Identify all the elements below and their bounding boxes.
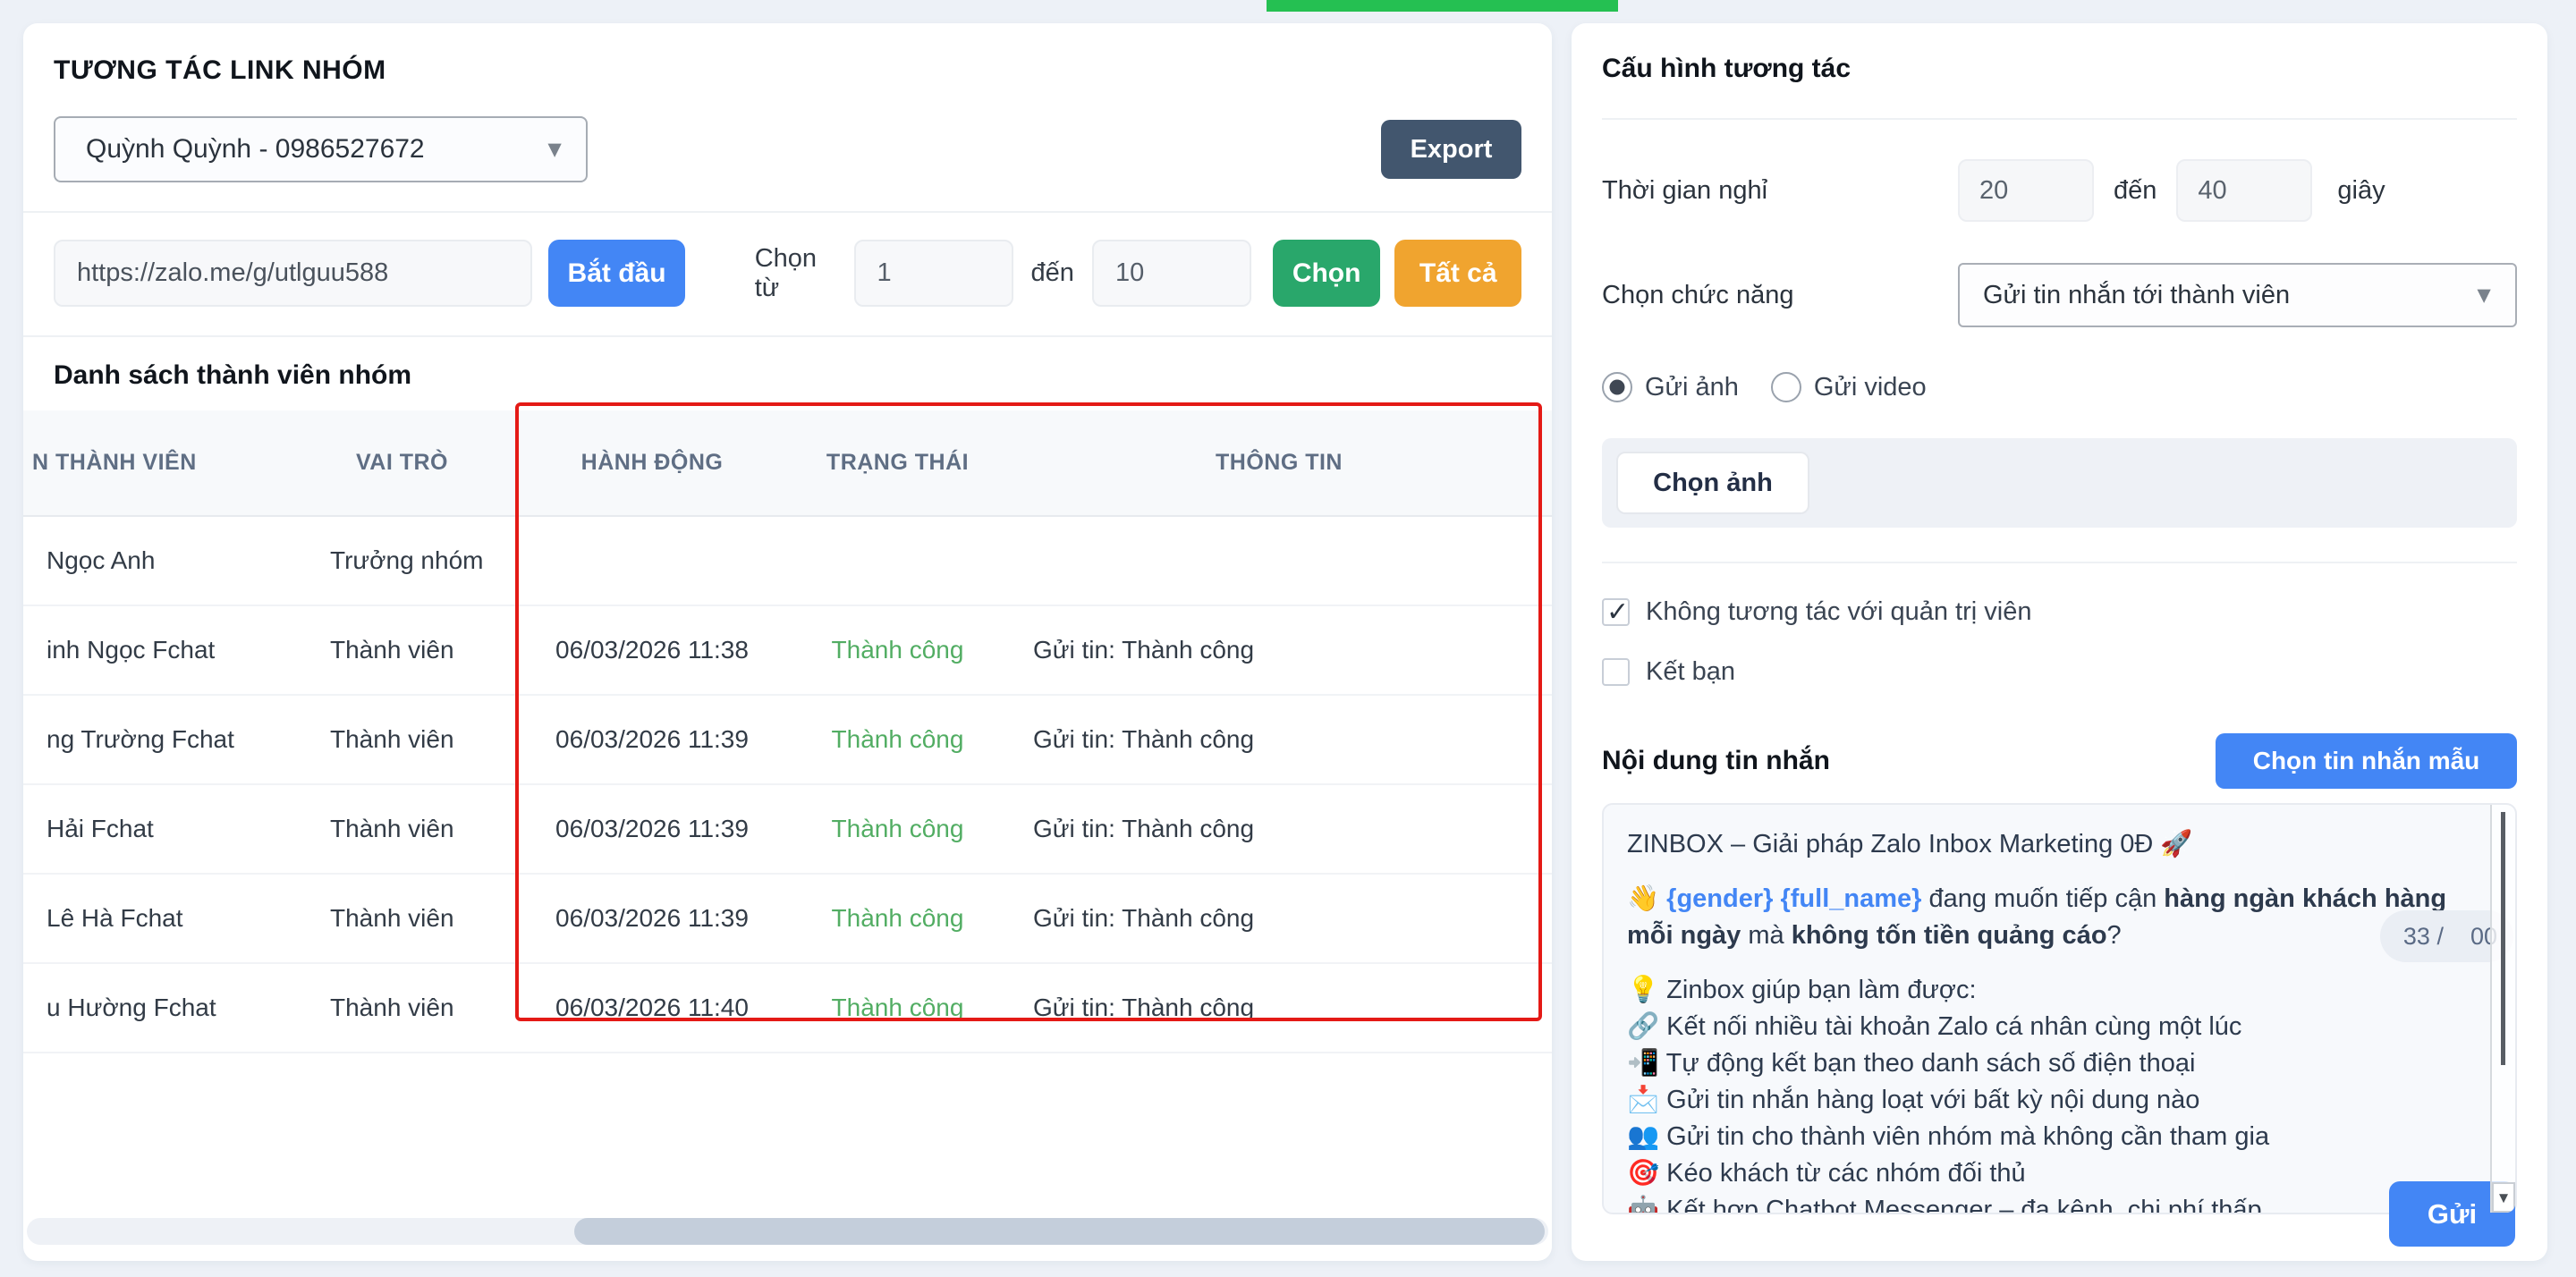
cell-role: Thành viên	[289, 784, 515, 874]
rest-time-label: Thời gian nghỉ	[1602, 176, 1958, 206]
divider	[1602, 118, 2517, 120]
function-select[interactable]: Gửi tin nhắn tới thành viên ▼	[1958, 263, 2517, 327]
panel-title: TƯƠNG TÁC LINK NHÓM	[54, 23, 1521, 86]
choose-template-button[interactable]: Chọn tin nhắn mẫu	[2216, 733, 2517, 789]
message-content-textarea[interactable]: ZINBOX – Giải pháp Zalo Inbox Marketing …	[1602, 803, 2517, 1214]
cell-info: Gửi tin: Thành công	[1006, 605, 1552, 695]
cell-info: Gửi tin: Thành công	[1006, 695, 1552, 784]
range-to-label: đến	[1031, 258, 1074, 288]
start-button[interactable]: Bắt đầu	[548, 240, 684, 307]
table-row: inh Ngọc FchatThành viên06/03/2026 11:38…	[23, 605, 1552, 695]
function-select-value: Gửi tin nhắn tới thành viên	[1983, 281, 2290, 310]
cell-role: Thành viên	[289, 695, 515, 784]
col-header-status: TRẠNG THÁI	[789, 410, 1006, 516]
message-content-label: Nội dung tin nhắn	[1602, 746, 1830, 776]
cell-info: Gửi tin: Thành công	[1006, 874, 1552, 963]
chevron-down-icon: ▼	[543, 136, 566, 164]
col-header-action: HÀNH ĐỘNG	[515, 410, 789, 516]
cell-name: u Hường Fchat	[23, 963, 289, 1053]
horizontal-scrollbar-thumb[interactable]	[574, 1218, 1545, 1245]
account-select-value: Quỳnh Quỳnh - 0986527672	[86, 134, 425, 165]
choose-range-button[interactable]: Chọn	[1273, 240, 1380, 307]
rest-time-to-label: đến	[2114, 176, 2157, 206]
cell-action: 06/03/2026 11:39	[515, 784, 789, 874]
radio-send-video[interactable]	[1771, 372, 1801, 402]
account-select[interactable]: Quỳnh Quỳnh - 0986527672 ▼	[54, 116, 588, 182]
table-row: Lê Hà FchatThành viên06/03/2026 11:39Thà…	[23, 874, 1552, 963]
range-to-input[interactable]	[1092, 240, 1251, 307]
table-row: ng Trường FchatThành viên06/03/2026 11:3…	[23, 695, 1552, 784]
table-header-row: N THÀNH VIÊN VAI TRÒ HÀNH ĐỘNG TRẠNG THÁ…	[23, 410, 1552, 516]
cell-name: Ngọc Anh	[23, 516, 289, 605]
table-row: Ngọc AnhTrưởng nhóm	[23, 516, 1552, 605]
image-picker-box: Chọn ảnh	[1602, 438, 2517, 528]
cell-name: ng Trường Fchat	[23, 695, 289, 784]
cell-status: Thành công	[789, 874, 1006, 963]
cell-info	[1006, 516, 1552, 605]
cell-status: Thành công	[789, 605, 1006, 695]
divider	[23, 211, 1552, 213]
cell-name: Hải Fchat	[23, 784, 289, 874]
radio-send-image-label: Gửi ảnh	[1645, 373, 1739, 402]
cell-status	[789, 516, 1006, 605]
divider	[1602, 562, 2517, 563]
checkbox-skip-admins[interactable]	[1602, 598, 1630, 626]
member-list-title: Danh sách thành viên nhóm	[54, 337, 1521, 391]
checkbox-add-friend-label: Kết bạn	[1646, 657, 1735, 687]
chevron-down-icon: ▼	[2472, 282, 2496, 309]
top-progress-bar	[1267, 0, 1618, 12]
cell-action	[515, 516, 789, 605]
col-header-info: THÔNG TIN	[1006, 410, 1552, 516]
choose-image-button[interactable]: Chọn ảnh	[1616, 452, 1809, 514]
col-header-member-name: N THÀNH VIÊN	[23, 410, 289, 516]
cell-action: 06/03/2026 11:38	[515, 605, 789, 695]
member-table-body: Ngọc AnhTrưởng nhóminh Ngọc FchatThành v…	[23, 516, 1552, 1053]
interaction-config-panel: Cấu hình tương tác Thời gian nghỉ đến gi…	[1572, 23, 2547, 1261]
checkbox-add-friend[interactable]	[1602, 658, 1630, 686]
col-header-role: VAI TRÒ	[289, 410, 515, 516]
vertical-scrollbar-thumb[interactable]	[2501, 812, 2505, 1065]
range-from-input[interactable]	[854, 240, 1013, 307]
export-button[interactable]: Export	[1381, 120, 1521, 179]
function-label: Chọn chức năng	[1602, 281, 1958, 310]
cell-role: Thành viên	[289, 605, 515, 695]
rest-time-to-input[interactable]	[2176, 159, 2312, 222]
table-row: u Hường FchatThành viên06/03/2026 11:40T…	[23, 963, 1552, 1053]
vertical-scrollbar-track[interactable]: ▼	[2490, 805, 2515, 1213]
checkbox-skip-admins-label: Không tương tác với quản trị viên	[1646, 597, 2031, 627]
cell-action: 06/03/2026 11:39	[515, 874, 789, 963]
scroll-down-arrow[interactable]: ▼	[2492, 1182, 2515, 1213]
group-link-input[interactable]	[54, 240, 532, 307]
cell-name: Lê Hà Fchat	[23, 874, 289, 963]
table-row: Hải FchatThành viên06/03/2026 11:39Thành…	[23, 784, 1552, 874]
horizontal-scrollbar-track[interactable]	[27, 1218, 1548, 1245]
member-table: N THÀNH VIÊN VAI TRÒ HÀNH ĐỘNG TRẠNG THÁ…	[23, 410, 1552, 1053]
rest-time-unit: giây	[2337, 176, 2385, 206]
cell-role: Trưởng nhóm	[289, 516, 515, 605]
cell-status: Thành công	[789, 784, 1006, 874]
rest-time-from-input[interactable]	[1958, 159, 2094, 222]
cell-info: Gửi tin: Thành công	[1006, 784, 1552, 874]
radio-send-video-label: Gửi video	[1814, 373, 1927, 402]
cell-action: 06/03/2026 11:40	[515, 963, 789, 1053]
cell-name: inh Ngọc Fchat	[23, 605, 289, 695]
radio-send-image[interactable]	[1602, 372, 1632, 402]
cell-status: Thành công	[789, 695, 1006, 784]
group-link-interaction-panel: TƯƠNG TÁC LINK NHÓM Quỳnh Quỳnh - 098652…	[23, 23, 1552, 1261]
range-from-label: Chọn từ	[755, 244, 838, 303]
cell-role: Thành viên	[289, 963, 515, 1053]
cell-role: Thành viên	[289, 874, 515, 963]
message-text: ZINBOX – Giải pháp Zalo Inbox Marketing …	[1627, 826, 2479, 1214]
cell-info: Gửi tin: Thành công	[1006, 963, 1552, 1053]
cell-status: Thành công	[789, 963, 1006, 1053]
select-all-button[interactable]: Tất cả	[1394, 240, 1521, 307]
config-title: Cấu hình tương tác	[1602, 23, 2517, 84]
cell-action: 06/03/2026 11:39	[515, 695, 789, 784]
